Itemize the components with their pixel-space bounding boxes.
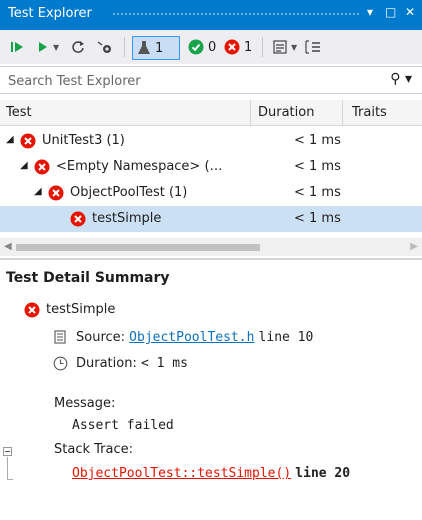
expand-arrow-icon[interactable]: ◢ bbox=[34, 186, 42, 197]
total-count: 1 bbox=[155, 40, 164, 56]
toolbar-separator bbox=[124, 37, 125, 57]
window-dropdown-button[interactable]: ▾ bbox=[367, 5, 373, 19]
stack-trace-label: Stack Trace: bbox=[54, 442, 133, 457]
column-test[interactable]: Test bbox=[6, 105, 32, 120]
pass-icon bbox=[188, 39, 204, 55]
refresh-icon bbox=[72, 41, 84, 53]
passed-count: 0 bbox=[208, 39, 217, 55]
close-button[interactable]: ✕ bbox=[405, 5, 415, 19]
maximize-button[interactable]: □ bbox=[385, 5, 396, 19]
toolbar: ▼ 1 0 1 ▼ bbox=[0, 30, 422, 64]
tree-item-label: ObjectPoolTest (1) bbox=[70, 185, 188, 200]
tree-row-project[interactable]: ◢ UnitTest3 (1) < 1 ms bbox=[0, 128, 422, 154]
tree-item-label: testSimple bbox=[92, 211, 162, 226]
tree-item-label: <Empty Namespace> (… bbox=[56, 159, 223, 174]
column-headers: Test Duration Traits bbox=[0, 100, 422, 126]
failed-tests-filter[interactable]: 1 bbox=[224, 38, 252, 56]
source-line: line 10 bbox=[258, 330, 314, 345]
column-separator[interactable] bbox=[342, 100, 343, 126]
message-text: Assert failed bbox=[72, 418, 174, 433]
window-title: Test Explorer bbox=[8, 6, 92, 21]
title-bar: Test Explorer ▾ □ ✕ bbox=[0, 0, 422, 30]
clear-button[interactable] bbox=[96, 38, 114, 56]
tree-row-namespace[interactable]: ◢ <Empty Namespace> (… < 1 ms bbox=[0, 154, 422, 180]
duration-value: < 1 ms bbox=[140, 356, 188, 371]
collapse-icon[interactable] bbox=[3, 447, 12, 456]
title-grip[interactable] bbox=[112, 12, 360, 17]
search-input[interactable] bbox=[6, 70, 380, 92]
passed-tests-filter[interactable]: 0 bbox=[188, 38, 216, 56]
run-icon bbox=[39, 42, 47, 52]
repeat-button[interactable] bbox=[70, 38, 86, 56]
playlist-dropdown-icon[interactable]: ▼ bbox=[291, 43, 297, 52]
message-label: Message: bbox=[54, 396, 116, 411]
scroll-right-icon[interactable]: ▶ bbox=[410, 241, 418, 252]
playlist-button[interactable]: ▼ bbox=[272, 38, 297, 56]
horizontal-scrollbar[interactable]: ◀ ▶ bbox=[0, 238, 422, 256]
fail-icon bbox=[70, 211, 86, 227]
stack-frame-link[interactable]: ObjectPoolTest::testSimple() bbox=[72, 466, 291, 481]
clear-icon bbox=[97, 41, 111, 53]
search-bar: ⚲ ▾ bbox=[0, 66, 422, 94]
scroll-left-icon[interactable]: ◀ bbox=[4, 241, 12, 252]
tree-row-class[interactable]: ◢ ObjectPoolTest (1) < 1 ms bbox=[0, 180, 422, 206]
fail-icon bbox=[224, 39, 240, 55]
run-dropdown-icon[interactable]: ▼ bbox=[53, 43, 59, 52]
tree-guide-line bbox=[7, 457, 8, 479]
expand-arrow-icon[interactable]: ◢ bbox=[20, 160, 28, 171]
group-by-icon bbox=[305, 40, 320, 54]
search-icon[interactable]: ⚲ ▾ bbox=[390, 71, 412, 87]
failed-count: 1 bbox=[244, 39, 253, 55]
pane-splitter[interactable] bbox=[0, 258, 422, 260]
playlist-icon bbox=[273, 40, 287, 54]
scrollbar-thumb[interactable] bbox=[16, 244, 260, 251]
tree-item-duration: < 1 ms bbox=[294, 211, 341, 226]
tree-guide-line bbox=[7, 479, 13, 480]
group-by-button[interactable] bbox=[304, 38, 322, 56]
column-traits[interactable]: Traits bbox=[352, 105, 387, 120]
stack-frame-line: line 20 bbox=[295, 466, 351, 481]
column-duration[interactable]: Duration bbox=[258, 105, 314, 120]
toolbar-separator bbox=[262, 37, 263, 57]
total-tests-filter[interactable]: 1 bbox=[132, 36, 180, 60]
fail-icon bbox=[34, 159, 50, 175]
tree-row-test[interactable]: testSimple < 1 ms bbox=[0, 206, 422, 232]
run-button[interactable]: ▼ bbox=[36, 38, 59, 56]
run-all-icon bbox=[11, 42, 23, 52]
tree-item-duration: < 1 ms bbox=[294, 159, 341, 174]
duration-label: Duration: bbox=[76, 356, 137, 371]
fail-icon bbox=[24, 302, 40, 318]
tree-item-duration: < 1 ms bbox=[294, 185, 341, 200]
fail-icon bbox=[48, 185, 64, 201]
fail-icon bbox=[20, 133, 36, 149]
expand-arrow-icon[interactable]: ◢ bbox=[6, 134, 14, 145]
source-file-icon bbox=[54, 330, 66, 344]
detail-test-name: testSimple bbox=[46, 302, 116, 317]
run-all-button[interactable] bbox=[10, 38, 28, 56]
clock-icon bbox=[53, 356, 68, 371]
detail-title: Test Detail Summary bbox=[6, 270, 170, 286]
source-file-link[interactable]: ObjectPoolTest.h bbox=[129, 330, 254, 345]
flask-icon bbox=[138, 41, 150, 54]
tree-item-label: UnitTest3 (1) bbox=[42, 133, 125, 148]
column-separator[interactable] bbox=[250, 100, 251, 126]
tree-item-duration: < 1 ms bbox=[294, 133, 341, 148]
source-label: Source: bbox=[76, 330, 126, 345]
